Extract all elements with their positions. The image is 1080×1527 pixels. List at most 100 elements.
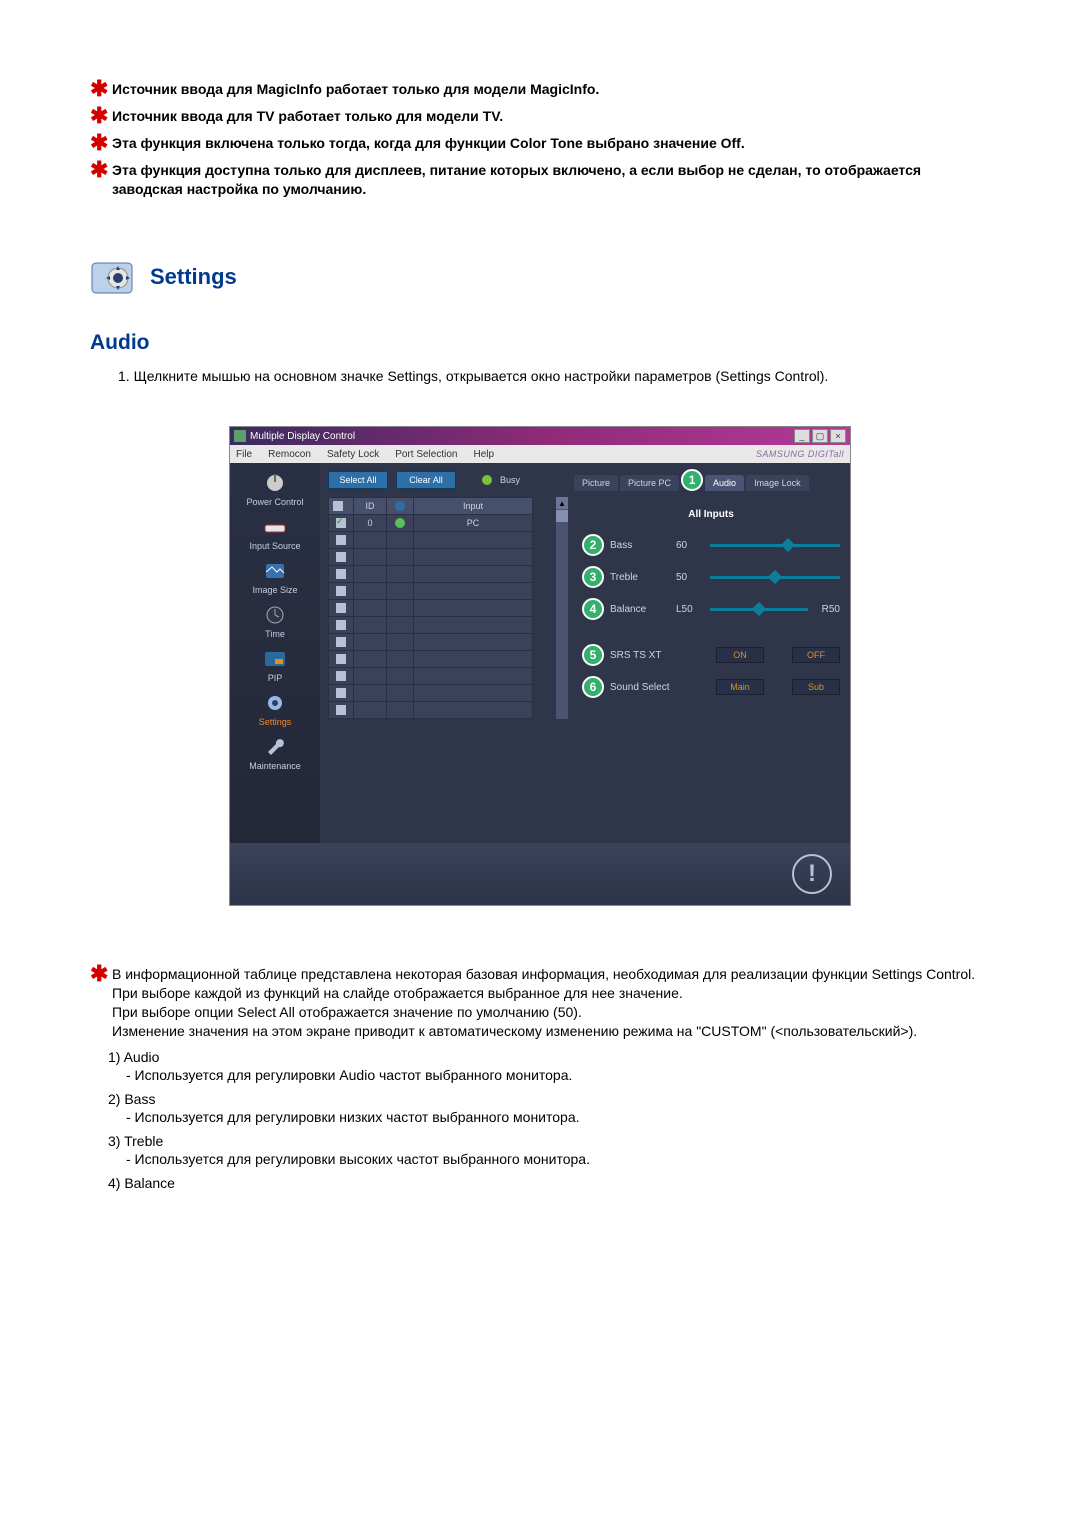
row-checkbox[interactable] (336, 620, 346, 630)
row-checkbox[interactable] (336, 535, 346, 545)
callout-4: 4 (582, 598, 604, 620)
menu-item[interactable]: Remocon (268, 449, 311, 460)
row-input (414, 668, 533, 685)
row-checkbox[interactable] (336, 518, 346, 528)
table-row[interactable] (329, 634, 533, 651)
step-text: Щелкните мышью на основном значке Settin… (134, 368, 829, 384)
th-check[interactable] (329, 498, 354, 515)
table-row[interactable] (329, 685, 533, 702)
pip-icon (259, 647, 291, 671)
scroll-up-button[interactable]: ▲ (556, 497, 568, 509)
clock-icon (259, 603, 291, 627)
table-row[interactable]: 0PC (329, 515, 533, 532)
row-id (354, 668, 387, 685)
tab-image-lock[interactable]: Image Lock (746, 475, 809, 491)
tab-audio[interactable]: Audio (705, 475, 744, 491)
select-all-button[interactable]: Select All (328, 471, 388, 489)
table-row[interactable] (329, 532, 533, 549)
busy-indicator-icon (482, 475, 492, 485)
sidebar-item-pip[interactable]: PIP (235, 645, 315, 687)
wrench-icon (259, 735, 291, 759)
sidebar: Power Control Input Source Image Size Ti… (230, 463, 320, 843)
row-input (414, 583, 533, 600)
list-item-title: 2) Bass (108, 1091, 990, 1107)
sidebar-item-maintenance[interactable]: Maintenance (235, 733, 315, 775)
row-input (414, 532, 533, 549)
row-id (354, 651, 387, 668)
row-input (414, 617, 533, 634)
top-note: Эта функция включена только тогда, когда… (112, 134, 990, 153)
menubar: File Remocon Safety Lock Port Selection … (230, 445, 850, 463)
callout-3: 3 (582, 566, 604, 588)
table-row[interactable] (329, 583, 533, 600)
table-row[interactable] (329, 702, 533, 719)
table-row[interactable] (329, 549, 533, 566)
treble-slider[interactable] (710, 576, 840, 579)
sidebar-item-power-control[interactable]: Power Control (235, 469, 315, 511)
table-row[interactable] (329, 617, 533, 634)
table-row[interactable] (329, 651, 533, 668)
list-item-title: 1) Audio (108, 1049, 990, 1065)
scroll-thumb[interactable] (556, 510, 568, 522)
row-checkbox[interactable] (336, 671, 346, 681)
sidebar-item-time[interactable]: Time (235, 601, 315, 643)
balance-left: L50 (676, 604, 704, 615)
list-item-desc: - Используется для регулировки низких ча… (126, 1109, 990, 1125)
treble-value: 50 (676, 572, 704, 583)
clear-all-button[interactable]: Clear All (396, 471, 456, 489)
menu-item[interactable]: Help (473, 449, 494, 460)
sound-main-button[interactable]: Main (716, 679, 764, 695)
bass-slider[interactable] (710, 544, 840, 547)
input-icon (259, 515, 291, 539)
section-title: Settings (150, 264, 237, 290)
row-id (354, 583, 387, 600)
asterisk-icon: ✱ (90, 161, 112, 179)
row-id (354, 549, 387, 566)
callout-6: 6 (582, 676, 604, 698)
table-row[interactable] (329, 566, 533, 583)
busy-label: Busy (500, 475, 520, 485)
th-input[interactable]: Input (414, 498, 533, 515)
row-checkbox[interactable] (336, 586, 346, 596)
row-checkbox[interactable] (336, 552, 346, 562)
table-row[interactable] (329, 668, 533, 685)
image-size-icon (259, 559, 291, 583)
sidebar-item-label: Power Control (246, 497, 303, 507)
minimize-button[interactable]: _ (794, 429, 810, 443)
menu-item[interactable]: File (236, 449, 252, 460)
scrollbar[interactable]: ▲ (556, 497, 568, 719)
maximize-button[interactable]: ▢ (812, 429, 828, 443)
menu-item[interactable]: Safety Lock (327, 449, 379, 460)
power-icon (259, 471, 291, 495)
sidebar-item-label: Input Source (249, 541, 300, 551)
th-id[interactable]: ID (354, 498, 387, 515)
app-window: Multiple Display Control _ ▢ × File Remo… (230, 427, 850, 905)
titlebar[interactable]: Multiple Display Control _ ▢ × (230, 427, 850, 445)
tab-picture-pc[interactable]: Picture PC (620, 475, 679, 491)
row-checkbox[interactable] (336, 705, 346, 715)
srs-on-button[interactable]: ON (716, 647, 764, 663)
info-icon[interactable]: ! (792, 854, 832, 894)
table-row[interactable] (329, 600, 533, 617)
row-input (414, 600, 533, 617)
sidebar-item-image-size[interactable]: Image Size (235, 557, 315, 599)
sidebar-item-settings[interactable]: Settings (235, 689, 315, 731)
th-status[interactable] (387, 498, 414, 515)
row-id (354, 617, 387, 634)
sidebar-item-input-source[interactable]: Input Source (235, 513, 315, 555)
row-checkbox[interactable] (336, 688, 346, 698)
row-checkbox[interactable] (336, 637, 346, 647)
row-checkbox[interactable] (336, 603, 346, 613)
row-id (354, 685, 387, 702)
srs-off-button[interactable]: OFF (792, 647, 840, 663)
row-id (354, 634, 387, 651)
sound-sub-button[interactable]: Sub (792, 679, 840, 695)
callout-1: 1 (681, 469, 703, 491)
row-checkbox[interactable] (336, 569, 346, 579)
close-button[interactable]: × (830, 429, 846, 443)
row-checkbox[interactable] (336, 654, 346, 664)
tab-picture[interactable]: Picture (574, 475, 618, 491)
menu-item[interactable]: Port Selection (395, 449, 457, 460)
balance-slider[interactable] (710, 608, 808, 611)
asterisk-icon: ✱ (90, 80, 112, 98)
